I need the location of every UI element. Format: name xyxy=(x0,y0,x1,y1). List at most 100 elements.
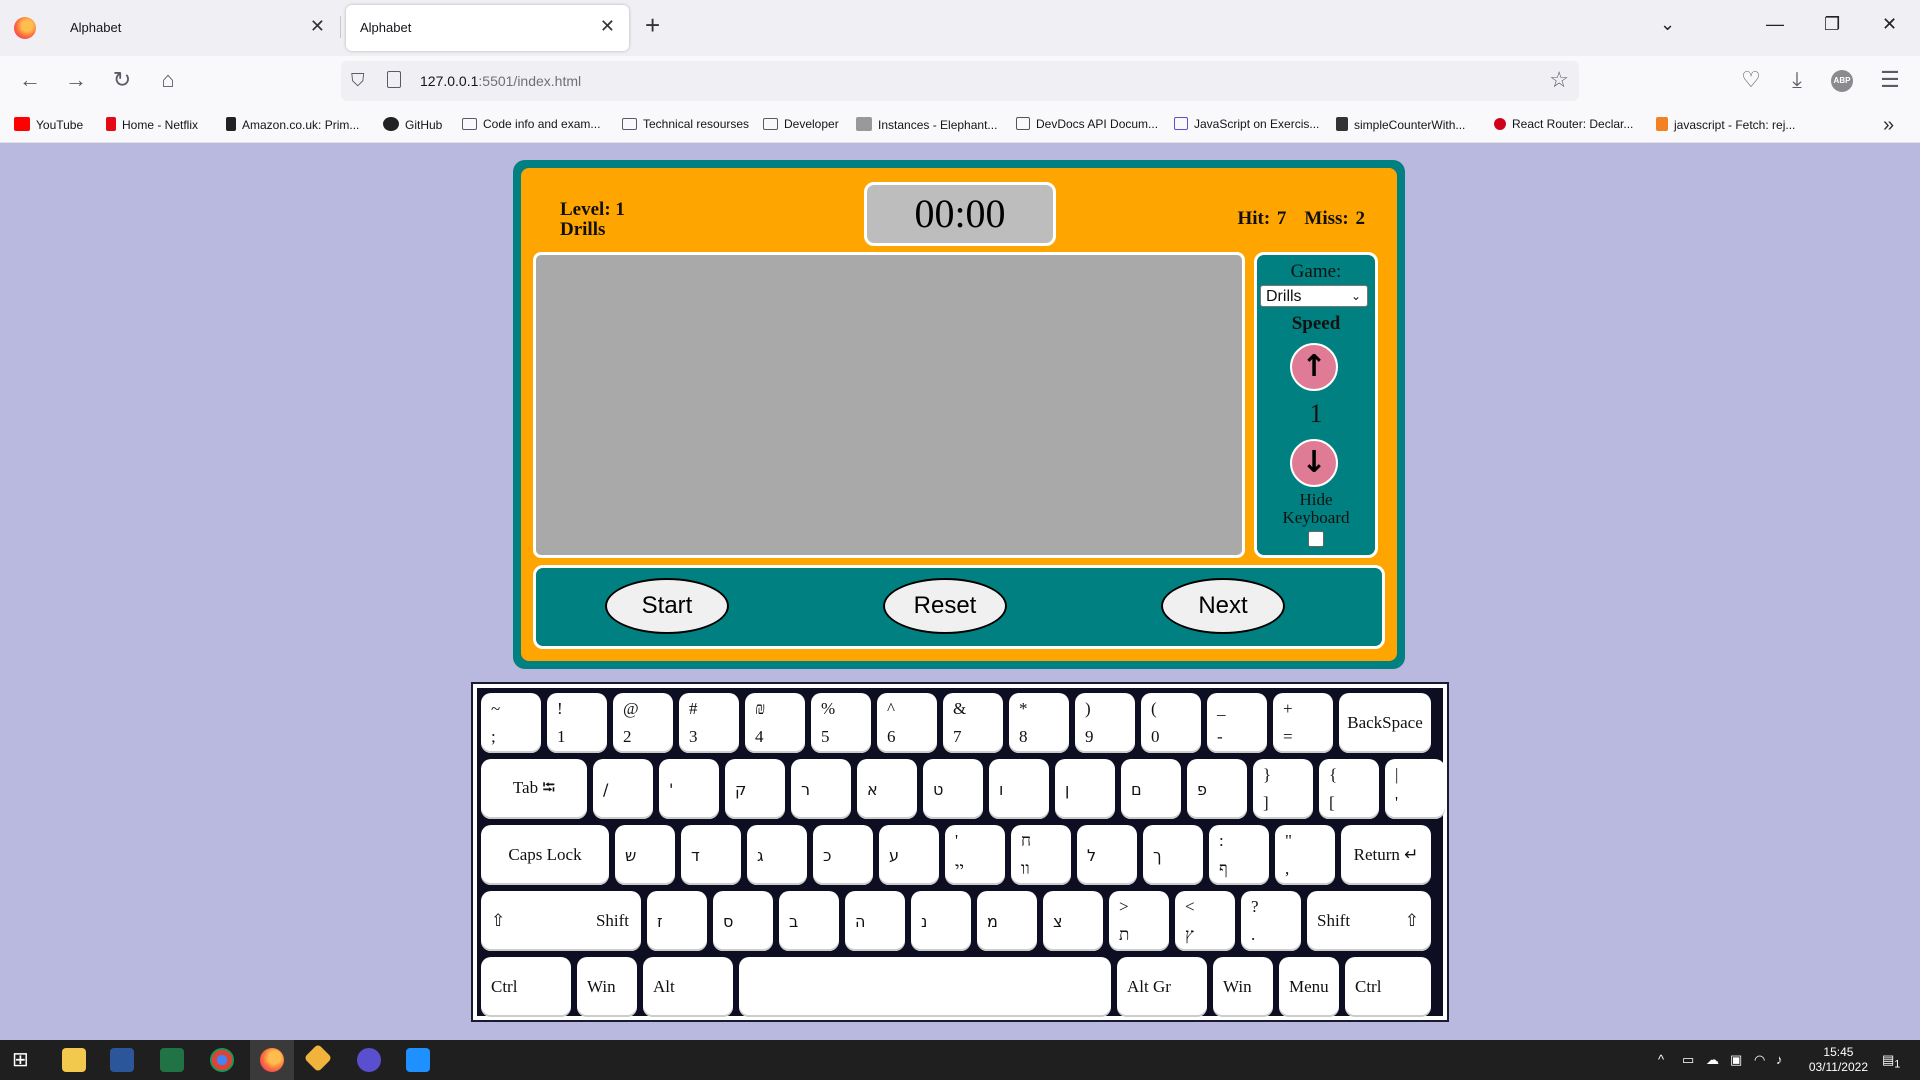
key-row2-8[interactable]: ם xyxy=(1121,759,1181,819)
key-row4-4[interactable]: נ xyxy=(911,891,971,951)
bookmark-github[interactable]: GitHub xyxy=(383,117,442,132)
battery-icon[interactable]: ▭ xyxy=(1682,1052,1694,1068)
key-row3-0[interactable]: ש xyxy=(615,825,675,885)
display-icon[interactable]: ▣ xyxy=(1730,1052,1742,1068)
key-row2-1[interactable]: ' xyxy=(659,759,719,819)
bookmark-netflix[interactable]: Home - Netflix xyxy=(106,117,198,132)
key-win-left[interactable]: Win xyxy=(577,957,637,1017)
key-row1-5[interactable]: % 5 xyxy=(811,693,871,753)
minimize-icon[interactable]: — xyxy=(1766,14,1784,35)
key-row2-9[interactable]: פ xyxy=(1187,759,1247,819)
key-row4-pair-0[interactable]: > ת xyxy=(1109,891,1169,951)
key-menu[interactable]: Menu xyxy=(1279,957,1339,1017)
url-bar[interactable]: ⛉ 127.0.0.1:5501/index.html ☆ xyxy=(341,61,1579,101)
speed-up-button[interactable]: ↑ xyxy=(1290,343,1338,391)
speed-down-button[interactable]: ↓ xyxy=(1290,439,1338,487)
key-shift-left[interactable]: ⇧ Shift xyxy=(481,891,641,951)
forward-icon[interactable]: → xyxy=(62,67,90,93)
key-row2-3[interactable]: ר xyxy=(791,759,851,819)
key-space[interactable] xyxy=(739,957,1111,1017)
vscode-icon[interactable] xyxy=(406,1048,430,1072)
word-icon[interactable] xyxy=(110,1048,134,1072)
more-bookmarks-icon[interactable]: » xyxy=(1883,114,1894,137)
new-tab-button[interactable]: + xyxy=(645,10,660,41)
key-row3-1[interactable]: ד xyxy=(681,825,741,885)
next-button[interactable]: Next xyxy=(1161,578,1285,634)
tray-chevron-icon[interactable]: ^ xyxy=(1658,1052,1664,1067)
tab-close-icon[interactable]: ✕ xyxy=(310,16,325,37)
key-row1-10[interactable]: (0 xyxy=(1141,693,1201,753)
key-row3b-1[interactable]: ך xyxy=(1143,825,1203,885)
key-row3-pair2-1[interactable]: ", xyxy=(1275,825,1335,885)
game-area[interactable] xyxy=(533,252,1245,558)
firefox-taskbar-icon[interactable] xyxy=(260,1048,284,1072)
key-row1-8[interactable]: * 8 xyxy=(1009,693,1069,753)
key-row3-pair2-0[interactable]: :ף xyxy=(1209,825,1269,885)
key-row3-4[interactable]: ע xyxy=(879,825,939,885)
window-close-icon[interactable]: ✕ xyxy=(1882,14,1897,35)
bookmark-youtube[interactable]: YouTube xyxy=(14,117,83,132)
key-row1-3[interactable]: #3 xyxy=(679,693,739,753)
key-row1-11[interactable]: _ - xyxy=(1207,693,1267,753)
wifi-icon[interactable]: ◠ xyxy=(1754,1052,1765,1068)
key-row1-0[interactable]: ~; xyxy=(481,693,541,753)
key-row2-0[interactable]: / xyxy=(593,759,653,819)
key-alt-gr[interactable]: Alt Gr xyxy=(1117,957,1207,1017)
bookmark-simplecounter[interactable]: simpleCounterWith... xyxy=(1336,117,1465,132)
bookmark-amazon[interactable]: Amazon.co.uk: Prim... xyxy=(226,117,359,132)
key-row2-pair-1[interactable]: {[ xyxy=(1319,759,1379,819)
key-row1-9[interactable]: ) 9 xyxy=(1075,693,1135,753)
key-row4-6[interactable]: צ xyxy=(1043,891,1103,951)
bookmark-code-info[interactable]: Code info and exam... xyxy=(462,117,600,131)
key-row1-1[interactable]: ! 1 xyxy=(547,693,607,753)
key-row4-1[interactable]: ס xyxy=(713,891,773,951)
key-row4-5[interactable]: מ xyxy=(977,891,1037,951)
taskbar-clock[interactable]: 15:45 03/11/2022 xyxy=(1809,1045,1868,1075)
adblock-plus-icon[interactable]: ABP xyxy=(1831,70,1853,92)
key-row2-5[interactable]: ט xyxy=(923,759,983,819)
key-row4-pair-1[interactable]: < ץ xyxy=(1175,891,1235,951)
url-text[interactable]: 127.0.0.1:5501/index.html xyxy=(420,73,581,89)
key-row1-7[interactable]: & 7 xyxy=(943,693,1003,753)
key-row2-6[interactable]: ו xyxy=(989,759,1049,819)
bookmark-devdocs[interactable]: DevDocs API Docum... xyxy=(1016,117,1158,131)
bookmark-fetch[interactable]: javascript - Fetch: rej... xyxy=(1656,117,1795,132)
file-explorer-icon[interactable] xyxy=(62,1048,86,1072)
pocket-icon[interactable]: ♡ xyxy=(1737,67,1765,93)
key-row3-3[interactable]: כ xyxy=(813,825,873,885)
excel-icon[interactable] xyxy=(160,1048,184,1072)
key-tab[interactable]: Tab ⭾ xyxy=(481,759,587,819)
notification-icon[interactable]: ▤1 xyxy=(1882,1052,1900,1071)
windows-start-icon[interactable]: ⊞ xyxy=(12,1048,36,1072)
key-ctrl-right[interactable]: Ctrl xyxy=(1345,957,1431,1017)
chrome-icon[interactable] xyxy=(210,1048,234,1072)
key-win-right[interactable]: Win xyxy=(1213,957,1273,1017)
key-row3-pair-1[interactable]: ח וו xyxy=(1011,825,1071,885)
volume-icon[interactable]: ♪ xyxy=(1776,1052,1783,1067)
bookmark-exercism[interactable]: JavaScript on Exercis... xyxy=(1174,117,1319,131)
key-return[interactable]: Return ↵ xyxy=(1341,825,1431,885)
key-row3b-0[interactable]: ל xyxy=(1077,825,1137,885)
hide-keyboard-checkbox[interactable] xyxy=(1308,531,1324,547)
key-row1-4[interactable]: ₪ 4 xyxy=(745,693,805,753)
key-caps-lock[interactable]: Caps Lock xyxy=(481,825,609,885)
key-ctrl-left[interactable]: Ctrl xyxy=(481,957,571,1017)
back-icon[interactable]: ← xyxy=(16,67,44,93)
game-select[interactable]: Drills ⌄ xyxy=(1260,285,1368,307)
onedrive-icon[interactable]: ☁ xyxy=(1706,1052,1719,1068)
key-shift-right[interactable]: Shift ⇧ xyxy=(1307,891,1431,951)
reload-icon[interactable]: ↻ xyxy=(108,67,136,93)
key-row3-2[interactable]: ג xyxy=(747,825,807,885)
key-row2-2[interactable]: ק xyxy=(725,759,785,819)
key-row4-2[interactable]: ב xyxy=(779,891,839,951)
key-row2-7[interactable]: ן xyxy=(1055,759,1115,819)
tab-list-chevron-icon[interactable]: ⌄ xyxy=(1660,14,1675,35)
key-alt[interactable]: Alt xyxy=(643,957,733,1017)
key-row1-2[interactable]: @2 xyxy=(613,693,673,753)
restore-icon[interactable]: ❐ xyxy=(1824,14,1840,35)
bookmark-developer[interactable]: Developer xyxy=(763,117,839,131)
key-row4-3[interactable]: ה xyxy=(845,891,905,951)
git-icon[interactable] xyxy=(303,1043,333,1073)
key-row3-pair-0[interactable]: ' יי xyxy=(945,825,1005,885)
downloads-icon[interactable]: ⤓ xyxy=(1783,67,1811,93)
